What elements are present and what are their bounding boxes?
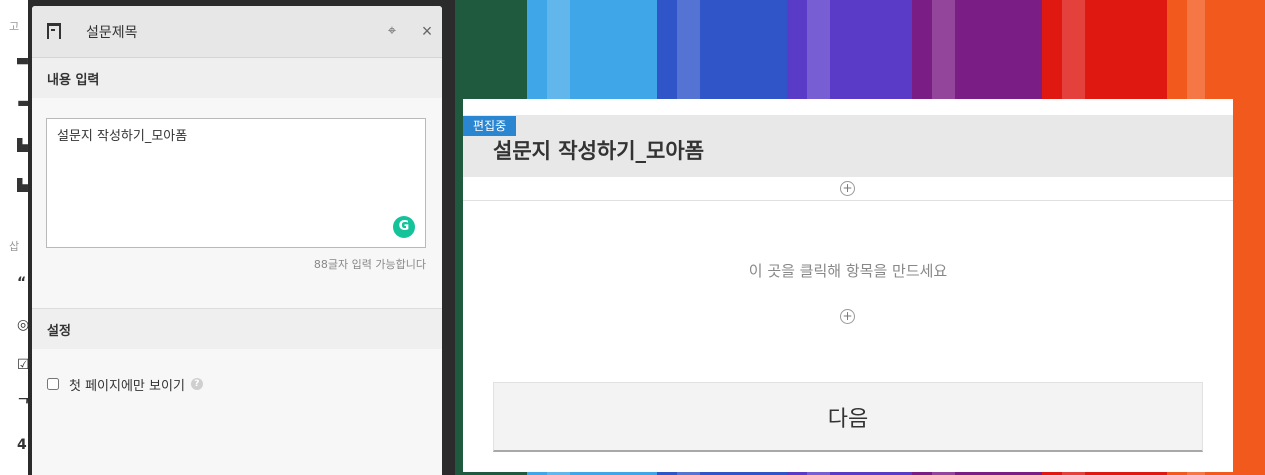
crosshair-icon: ⌖ <box>387 22 397 39</box>
content-section-title: 내용 입력 <box>32 58 442 98</box>
add-item-button[interactable]: + <box>840 181 855 196</box>
char-count-hint: 88글자 입력 가능합니다 <box>313 258 426 271</box>
content-section: 내용 입력 G 88글자 입력 가능합니다 <box>32 58 442 286</box>
content-textarea[interactable] <box>46 118 426 248</box>
first-page-only-checkbox[interactable] <box>47 378 59 390</box>
close-panel-button[interactable]: × <box>417 21 437 41</box>
radio-element-icon[interactable]: ◎ <box>17 318 28 332</box>
panel-title: 설문제목 <box>86 25 138 41</box>
image-element-icon[interactable]: ▙ <box>17 138 28 152</box>
toolbar-group-label: 삽 <box>9 240 20 253</box>
settings-section: 설정 첫 페이지에만 보이기 ? <box>32 308 442 399</box>
add-item-button[interactable]: + <box>840 309 855 324</box>
checkbox-element-icon[interactable]: ☑ <box>17 358 28 372</box>
toolbar-group-label: 고 <box>9 20 20 33</box>
title-element-icon[interactable]: ▀ <box>17 58 28 72</box>
textarea-wrapper: G <box>46 118 426 252</box>
help-icon[interactable]: ? <box>190 378 203 390</box>
left-toolbar: 고 ▀ ▬ ▙ ▙ 삽 “ ◎ ☑ ᄀ 4 <box>0 0 28 475</box>
settings-section-title: 설정 <box>32 309 442 349</box>
editor-panel-body: 설문제목 ⌖ × 내용 입력 G 88글자 입력 가능합니다 설정 첫 페 <box>32 6 442 475</box>
first-page-only-label: 첫 페이지에만 보이기 <box>69 378 185 394</box>
empty-area-hint[interactable]: 이 곳을 클릭해 항목을 만드세요 <box>463 260 1233 281</box>
text-element-icon[interactable]: ᄀ <box>17 398 28 412</box>
editor-panel: 설문제목 ⌖ × 내용 입력 G 88글자 입력 가능합니다 설정 첫 페 <box>28 0 455 475</box>
number-element-icon[interactable]: 4 <box>17 438 28 452</box>
chart-element-icon[interactable]: ▙ <box>17 178 28 192</box>
editing-badge: 편집중 <box>463 116 517 136</box>
grammarly-icon[interactable]: G <box>393 216 415 238</box>
locate-button[interactable]: ⌖ <box>382 21 402 41</box>
content-section-body: G 88글자 입력 가능합니다 <box>32 98 442 286</box>
quote-element-icon[interactable]: “ <box>17 276 28 290</box>
survey-preview-card: 편집중 설문지 작성하기_모아폼 + 이 곳을 클릭해 항목을 만드세요 + 다… <box>463 99 1233 472</box>
close-icon: × <box>421 21 433 41</box>
divider-element-icon[interactable]: ▬ <box>17 96 28 110</box>
title-block-icon <box>47 23 61 39</box>
divider <box>463 200 1233 201</box>
next-button[interactable]: 다음 <box>493 382 1203 452</box>
panel-header: 설문제목 ⌖ × <box>32 6 442 58</box>
first-page-only-option[interactable]: 첫 페이지에만 보이기 ? <box>32 369 442 399</box>
survey-title: 설문지 작성하기_모아폼 <box>493 139 705 163</box>
